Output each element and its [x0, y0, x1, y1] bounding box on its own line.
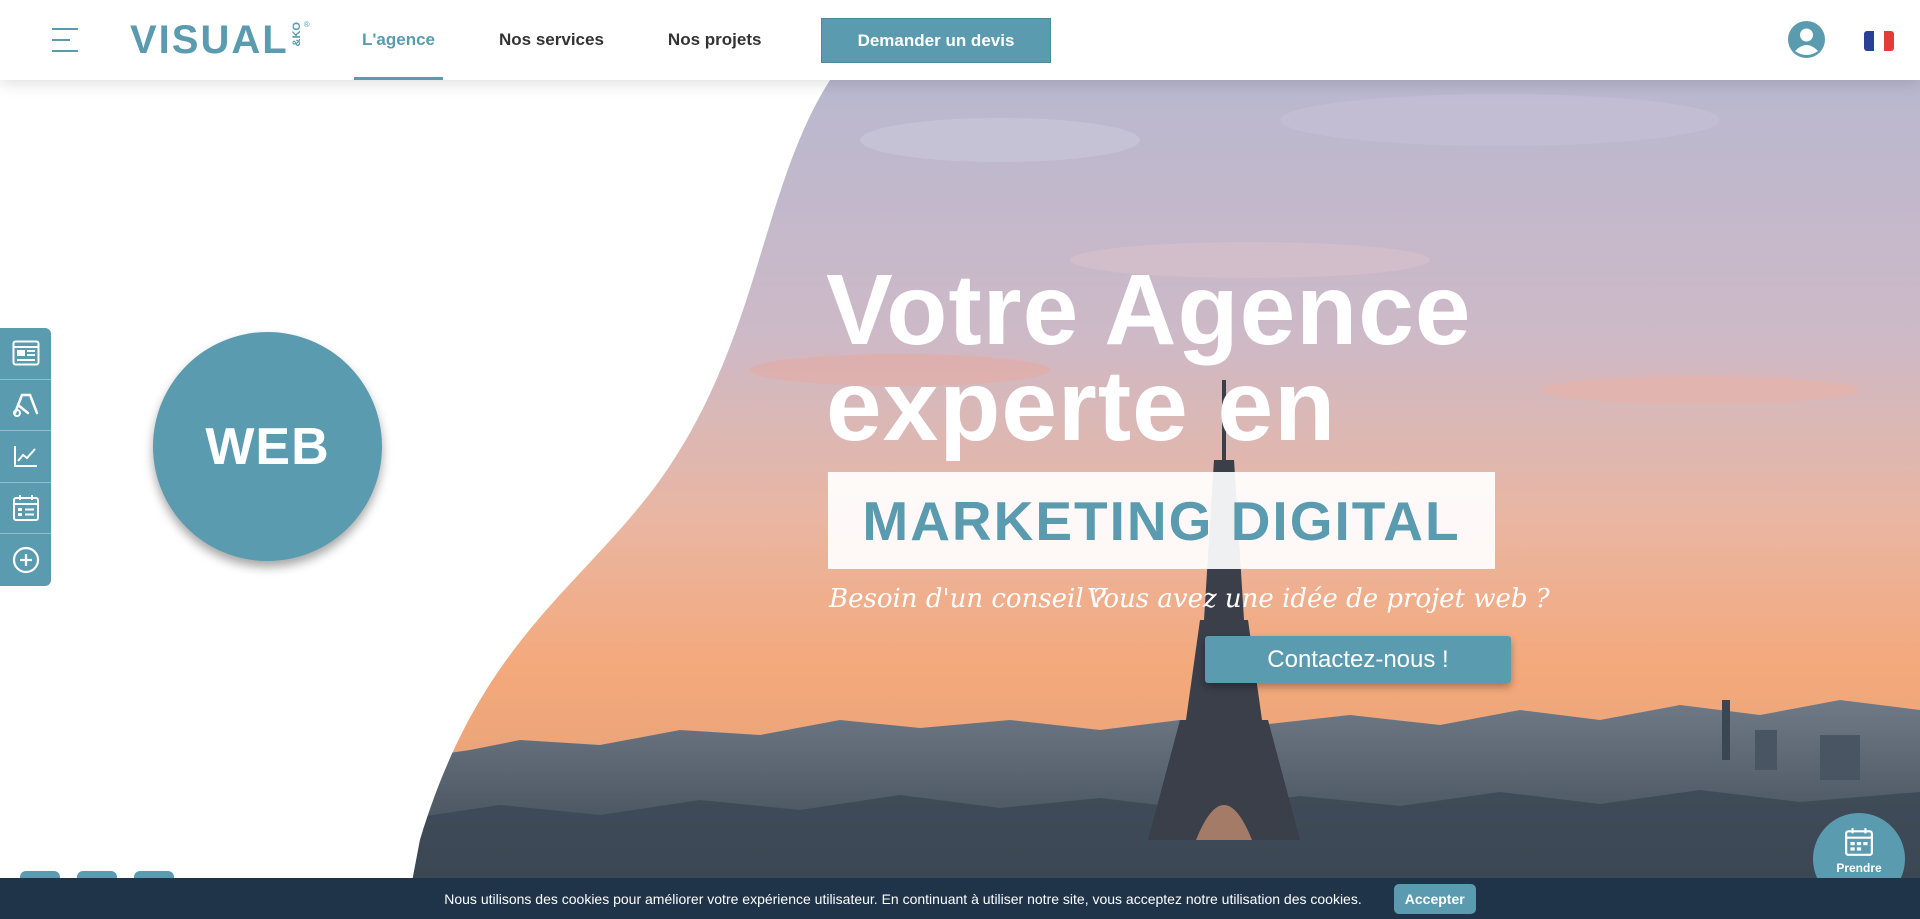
hero-title-line-1: Votre Agence: [826, 254, 1472, 366]
page: VISUAL &KO ® L'agence Nos services Nos p…: [0, 0, 1920, 919]
menu-icon[interactable]: [52, 26, 80, 54]
hero-question-2: Vous avez une idée de projet web ?: [1087, 584, 1550, 614]
line-chart-icon: [13, 446, 37, 468]
rotating-word-circle: WEB: [153, 332, 382, 561]
side-tool-stats[interactable]: [0, 431, 51, 483]
logo-subtext: &KO: [290, 22, 303, 47]
browser-window-icon: [12, 340, 39, 366]
hero-question-1: Besoin d'un conseil ?: [829, 584, 1106, 614]
nav-item-services[interactable]: Nos services: [491, 0, 612, 80]
side-toolbar: [0, 328, 51, 586]
cookie-accept-button[interactable]: Accepter: [1393, 883, 1476, 914]
nav-item-projets[interactable]: Nos projets: [660, 0, 770, 80]
appointment-label: Prendre: [1836, 861, 1882, 875]
hero-highlight: MARKETING DIGITAL: [828, 472, 1495, 569]
calendar-icon: [1845, 828, 1873, 856]
side-tool-calendar[interactable]: [0, 483, 51, 535]
side-tool-more[interactable]: [0, 534, 51, 586]
flag-fr-icon[interactable]: [1864, 31, 1894, 51]
logo-registered-mark: ®: [303, 20, 310, 29]
nav-item-agence[interactable]: L'agence: [354, 0, 444, 80]
site-header: VISUAL &KO ® L'agence Nos services Nos p…: [0, 0, 1920, 80]
site-logo[interactable]: VISUAL &KO ®: [130, 18, 310, 62]
cookie-text: Nous utilisons des cookies pour améliore…: [444, 890, 1362, 907]
side-tool-web[interactable]: [0, 328, 51, 380]
main-nav: L'agence Nos services Nos projets: [354, 0, 817, 80]
request-quote-button[interactable]: Demander un devis: [821, 18, 1051, 63]
google-ads-icon: [12, 393, 38, 417]
side-tool-ads[interactable]: [0, 380, 51, 432]
contact-us-button[interactable]: Contactez-nous !: [1205, 636, 1511, 683]
calendar-icon: [12, 495, 39, 522]
user-circle-icon[interactable]: [1788, 21, 1825, 58]
hero-title: Votre Agence experte en: [826, 254, 1472, 462]
hero-title-line-2: experte en: [826, 350, 1337, 462]
logo-text: VISUAL: [130, 18, 289, 62]
plus-circle-icon: [12, 547, 39, 574]
cookie-bar: Nous utilisons des cookies pour améliore…: [0, 878, 1920, 919]
